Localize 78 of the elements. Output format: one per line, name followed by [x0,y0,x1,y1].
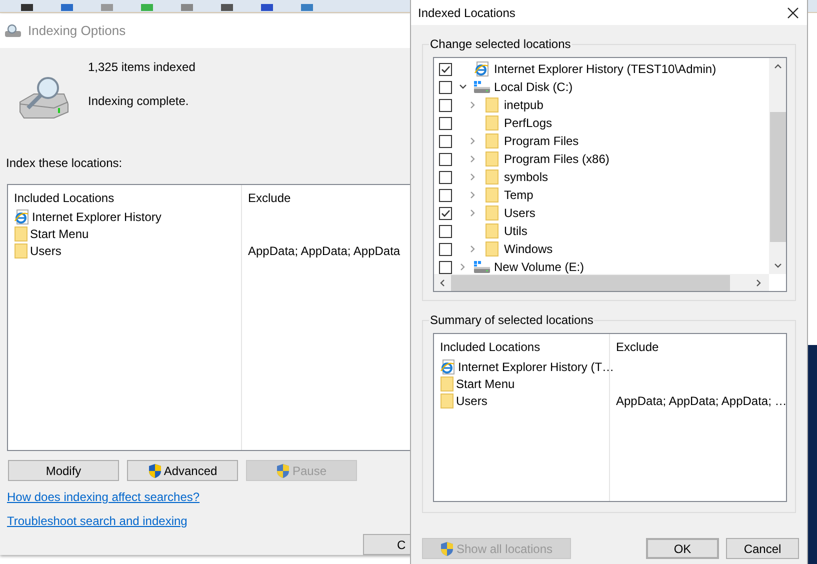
column-header: Exclude [615,339,660,356]
exclude-cell-text: AppData; AppData; AppData [248,243,400,260]
folder-icon [485,187,499,203]
globe-e-icon [14,209,30,226]
folder-icon [485,151,499,167]
tree-item-label[interactable]: Temp [504,186,534,204]
column-header: Included Locations [439,339,542,356]
checkbox[interactable] [439,80,452,94]
tree-item-label[interactable]: Internet Explorer History (TEST10\Admin) [494,60,716,78]
folder-icon [485,223,499,239]
globe-e-icon [440,358,456,374]
folder-icon [485,205,499,221]
folder-icon [14,243,28,260]
folder-icon [440,392,454,408]
tree-item-label[interactable]: Local Disk (C:) [494,78,573,96]
scroll-thumb[interactable] [451,274,730,290]
tree-item-label[interactable]: New Volume (E:) [494,258,584,276]
toolbar-icon[interactable] [220,4,234,12]
tree-item-label[interactable]: Program Files (x86) [504,150,610,168]
checkbox[interactable] [439,224,452,238]
location-cell-text: Users [30,243,62,260]
checkbox[interactable] [439,260,452,274]
folder-icon [14,226,28,242]
tree-item-label[interactable]: Utils [504,222,528,240]
close-icon[interactable] [787,6,799,18]
checkmark-icon [440,64,451,74]
help-link[interactable]: Troubleshoot search and indexing [7,512,188,530]
folder-icon [485,133,499,149]
location-cell-text: Start Menu [456,376,515,392]
help-link[interactable]: How does indexing affect searches? [7,488,200,506]
tree-item-label[interactable]: Windows [504,240,553,258]
location-cell-text: Users [456,392,488,410]
column-header: Exclude [247,190,292,207]
folder-icon [485,169,499,185]
dialog-title: Indexed Locations [418,4,516,22]
group-title: Change selected locations [429,37,572,51]
button[interactable]: Advanced [127,460,238,481]
checkbox[interactable] [439,98,452,112]
location-cell-text: Internet Explorer History (T… [458,358,614,376]
indexing-status: Indexing complete. [88,92,190,110]
drive-icon [473,260,491,274]
globe-e-icon [474,61,490,77]
horizontal-scrollbar[interactable] [434,274,769,291]
button[interactable]: OK [646,538,719,559]
section-label: Index these locations: [6,154,124,172]
folder-icon [485,115,499,131]
checkbox[interactable] [439,170,452,184]
tree-item-label[interactable]: Program Files [504,132,579,150]
drive-icon [473,80,491,94]
column-header: Included Locations [13,190,116,207]
checkbox[interactable] [439,206,452,220]
tree-item-label[interactable]: inetpub [504,96,544,114]
folder-icon [485,97,499,113]
vertical-scrollbar[interactable] [769,58,786,274]
scroll-thumb[interactable] [770,112,786,242]
group-title: Summary of selected locations [429,313,594,327]
folder-icon [440,376,454,392]
folder-icon [485,241,499,257]
toolbar-icon[interactable] [20,4,34,12]
button[interactable]: Modify [8,460,119,481]
window-title: Indexing Options [28,22,126,40]
indexing-icon [4,24,22,38]
exclude-cell-text: AppData; AppData; AppData; … [616,392,787,410]
checkbox[interactable] [439,242,452,256]
checkbox[interactable] [439,134,452,148]
items-indexed-count: 1,325 items indexed [88,58,196,76]
checkbox[interactable] [439,62,452,76]
tree-item-label[interactable]: symbols [504,168,548,186]
toolbar-icon[interactable] [260,4,274,12]
tree-item-label[interactable]: PerfLogs [504,114,552,132]
location-cell-text: Internet Explorer History [32,209,162,226]
button[interactable]: Cancel [726,538,799,559]
location-cell-text: Start Menu [30,226,89,244]
checkbox[interactable] [439,152,452,166]
checkmark-icon [440,208,451,218]
checkbox[interactable] [439,188,452,202]
tree-item-label[interactable]: Users [504,204,536,222]
checkbox[interactable] [439,116,452,130]
